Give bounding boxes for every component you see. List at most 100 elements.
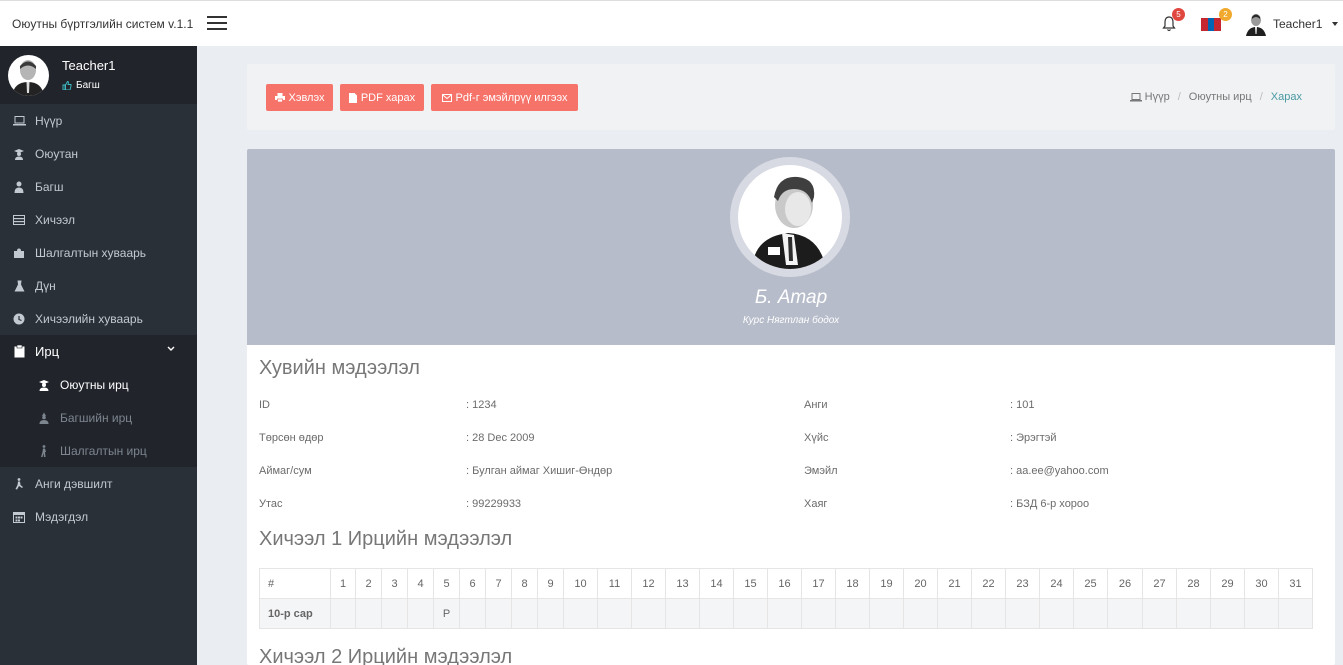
teacher-icon bbox=[37, 412, 51, 424]
attendance-day-cell bbox=[1142, 598, 1177, 629]
file-pdf-icon bbox=[348, 92, 357, 103]
language-badge: 2 bbox=[1219, 8, 1232, 21]
sidebar-item-label: Мэдэгдэл bbox=[35, 509, 89, 524]
attendance-day-cell bbox=[869, 598, 904, 629]
sidebar-item-class-promotion[interactable]: Анги дэвшилт bbox=[0, 467, 197, 500]
sidebar-item-label: Хичээл bbox=[35, 212, 75, 227]
sidebar-item-teacher-attendance[interactable]: Багшийн ирц bbox=[0, 401, 197, 434]
app-title[interactable]: Оюутны бүртгэлийн систем v.1.1 bbox=[12, 17, 193, 31]
sidebar-item-exam-schedule[interactable]: Шалгалтын хуваарь bbox=[0, 236, 197, 269]
pdf-view-button-label: PDF харах bbox=[360, 91, 416, 104]
breadcrumb-section[interactable]: Оюутны ирц bbox=[1189, 91, 1252, 103]
attendance-day-header: 21 bbox=[937, 568, 972, 599]
attendance-day-header: 5 bbox=[433, 568, 460, 599]
attendance-day-cell bbox=[767, 598, 802, 629]
printer-icon bbox=[274, 93, 285, 102]
attendance-day-header: 31 bbox=[1278, 568, 1313, 599]
sidebar-item-label: Шалгалтын хуваарь bbox=[35, 245, 147, 260]
sidebar-item-student-attendance[interactable]: Оюутны ирц bbox=[0, 368, 197, 401]
sidebar-item-label: Багшийн ирц bbox=[60, 410, 133, 425]
attendance-day-header: 15 bbox=[733, 568, 768, 599]
user-menu[interactable]: Teacher1 bbox=[1245, 12, 1339, 36]
profile-role: Багш bbox=[76, 80, 100, 91]
stairs-icon bbox=[12, 477, 26, 490]
print-button[interactable]: Хэвлэх bbox=[266, 84, 333, 111]
sidebar-item-notifications[interactable]: Мэдэгдэл bbox=[0, 500, 197, 533]
attendance-day-cell bbox=[1176, 598, 1211, 629]
sidebar-item-label: Хичээлийн хуваарь bbox=[35, 311, 143, 326]
sidebar-item-attendance[interactable]: Ирц bbox=[0, 335, 197, 368]
notification-badge: 5 bbox=[1172, 8, 1185, 21]
info-label: Хаяг bbox=[804, 498, 828, 510]
info-value: : БЗД 6-р хороо bbox=[1010, 498, 1090, 510]
attendance-day-header: 25 bbox=[1073, 568, 1108, 599]
breadcrumb-home[interactable]: Нүүр bbox=[1145, 91, 1170, 103]
attendance-day-cell bbox=[903, 598, 938, 629]
student-attendance-card: Б. Атар Курс Нягтлан бодох Хувийн мэдээл… bbox=[247, 149, 1335, 665]
attendance-day-cell bbox=[1244, 598, 1279, 629]
attendance-day-header: 13 bbox=[665, 568, 700, 599]
sidebar-item-home[interactable]: Нүүр bbox=[0, 104, 197, 137]
teacher-icon bbox=[12, 181, 26, 193]
book-icon bbox=[12, 214, 26, 226]
attendance-day-cell bbox=[971, 598, 1006, 629]
graduate-icon bbox=[37, 379, 51, 391]
attendance-day-header: 4 bbox=[407, 568, 434, 599]
envelope-icon bbox=[441, 93, 452, 102]
info-label: Аймаг/сум bbox=[259, 465, 312, 477]
attendance-day-cell bbox=[1073, 598, 1108, 629]
sidebar-item-exam-attendance[interactable]: Шалгалтын ирц bbox=[0, 434, 197, 467]
sidebar-item-lesson-schedule[interactable]: Хичээлийн хуваарь bbox=[0, 302, 197, 335]
attendance-day-cell bbox=[1210, 598, 1245, 629]
puzzle-icon bbox=[12, 247, 26, 259]
sidebar-item-teacher[interactable]: Багш bbox=[0, 170, 197, 203]
attendance-day-header: 22 bbox=[971, 568, 1006, 599]
attendance-day-header: 14 bbox=[699, 568, 734, 599]
student-avatar-icon bbox=[752, 176, 826, 269]
sidebar-item-student[interactable]: Оюутан bbox=[0, 137, 197, 170]
attendance-day-cell bbox=[665, 598, 700, 629]
user-name: Teacher1 bbox=[1273, 17, 1323, 31]
attendance-day-header: 27 bbox=[1142, 568, 1177, 599]
laptop-icon bbox=[12, 115, 26, 127]
attendance-day-header: 16 bbox=[767, 568, 802, 599]
breadcrumb: Нүүр / Оюутны ирц / Харах bbox=[1129, 91, 1302, 103]
sidebar-item-grades[interactable]: Дүн bbox=[0, 269, 197, 302]
user-avatar-icon bbox=[1246, 14, 1266, 36]
lesson2-attendance-title: Хичээл 2 Ирцийн мэдээлэл bbox=[259, 646, 513, 665]
info-value: : 99229933 bbox=[466, 498, 522, 510]
attendance-day-cell bbox=[1005, 598, 1040, 629]
attendance-day-cell bbox=[407, 598, 434, 629]
attendance-table: # 1 2 3 4 5 6 7 8 9 10 11 12 13 14 15 16 17 18 19 20 21 22 23 2… bbox=[259, 568, 1313, 629]
attendance-day-cell bbox=[330, 598, 356, 629]
profile-name: Teacher1 bbox=[62, 58, 116, 73]
info-value: : Эрэгтэй bbox=[1010, 432, 1057, 444]
menu-toggle-icon[interactable] bbox=[207, 16, 227, 31]
attendance-day-header: 10 bbox=[563, 568, 598, 599]
email-pdf-button-label: Pdf-г эмэйлрүү илгээх bbox=[455, 91, 568, 104]
attendance-day-header: 6 bbox=[459, 568, 486, 599]
attendance-day-cell bbox=[381, 598, 408, 629]
email-pdf-button[interactable]: Pdf-г эмэйлрүү илгээх bbox=[431, 84, 578, 111]
attendance-day-header: 19 bbox=[869, 568, 904, 599]
sidebar-menu: Нүүр Оюутан Багш Хичээл Шалгалтын хуваар… bbox=[0, 104, 197, 533]
info-row: Аймаг/сум : Булган аймаг Хишиг-Өндөр Эмэ… bbox=[259, 461, 1329, 494]
thumbs-up-icon bbox=[62, 81, 72, 90]
sidebar-item-lesson[interactable]: Хичээл bbox=[0, 203, 197, 236]
student-name: Б. Атар bbox=[754, 287, 828, 308]
pdf-view-button[interactable]: PDF харах bbox=[340, 84, 424, 111]
student-icon bbox=[12, 148, 26, 160]
attendance-day-header: 24 bbox=[1039, 568, 1074, 599]
attendance-day-header: 29 bbox=[1210, 568, 1245, 599]
attendance-day-header: 2 bbox=[355, 568, 382, 599]
sidebar-profile: Teacher1 Багш bbox=[0, 46, 197, 104]
attendance-day-cell bbox=[537, 598, 564, 629]
chevron-down-icon[interactable] bbox=[167, 346, 175, 352]
attendance-day-header: 17 bbox=[801, 568, 836, 599]
mongolia-flag-icon[interactable] bbox=[1201, 18, 1222, 31]
attendance-day-cell bbox=[733, 598, 768, 629]
info-value: : 28 Dec 2009 bbox=[466, 432, 535, 444]
info-row: Төрсөн өдөр : 28 Dec 2009 Хүйс : Эрэгтэй bbox=[259, 428, 1329, 461]
attendance-month-label: 10-р сар bbox=[259, 598, 331, 629]
attendance-day-cell bbox=[459, 598, 486, 629]
